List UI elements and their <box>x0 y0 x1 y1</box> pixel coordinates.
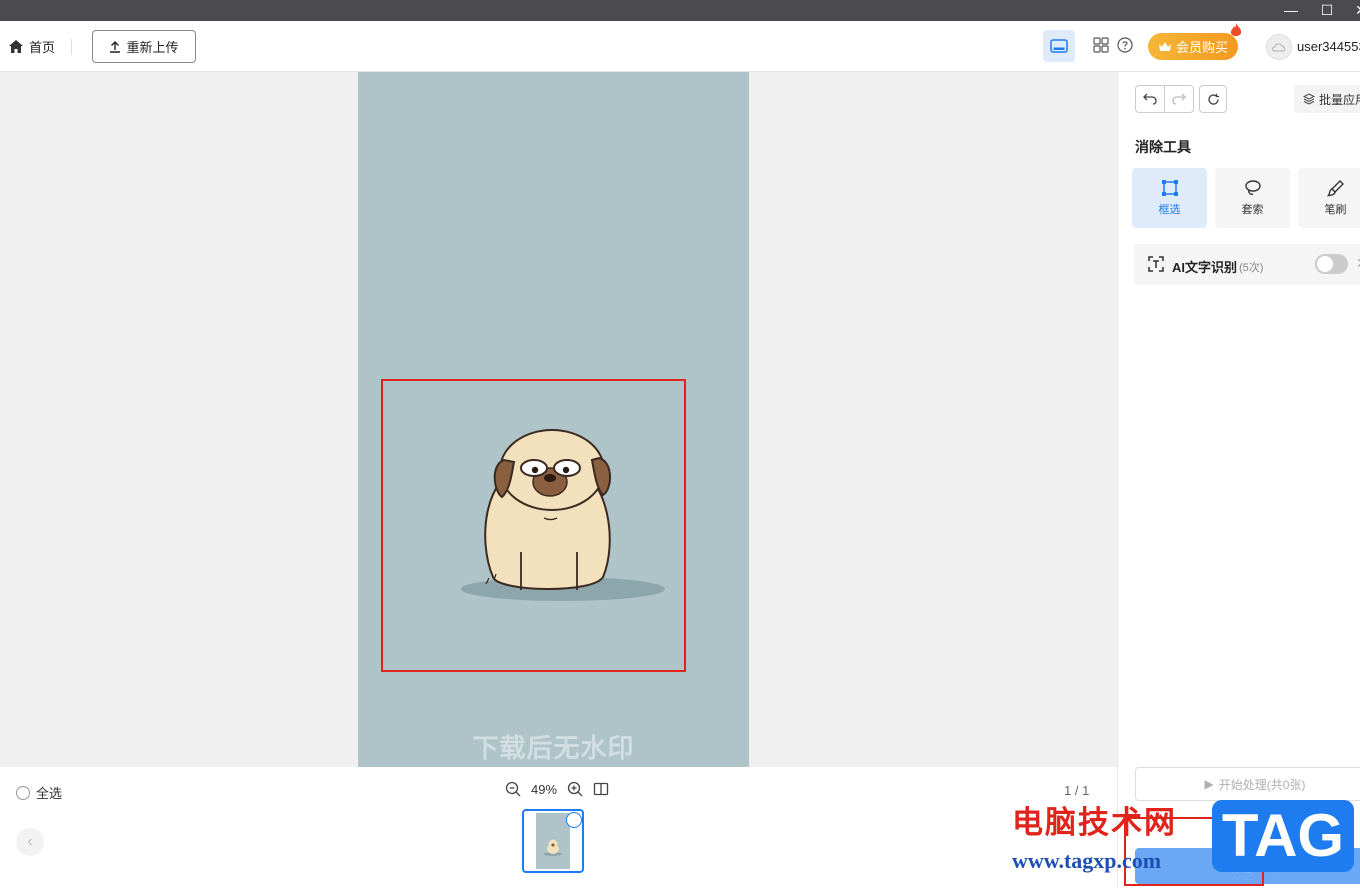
help-icon <box>1117 37 1133 53</box>
tag-logo: TAG <box>1212 800 1354 872</box>
zoom-controls: 49% <box>505 781 609 797</box>
zoom-in-icon[interactable] <box>567 781 583 797</box>
tool-rect-select[interactable]: 框选 <box>1132 168 1207 228</box>
site-watermark: 电脑技术网 www.tagxp.com <box>1012 803 1177 875</box>
undo-button[interactable] <box>1135 85 1165 113</box>
select-all-radio[interactable] <box>16 785 30 800</box>
home-icon <box>9 40 23 53</box>
select-all-label: 全选 <box>36 786 63 801</box>
chevron-left-icon: ‹ <box>27 833 33 850</box>
start-process-button[interactable]: ▶ 开始处理(共0张) <box>1135 767 1360 801</box>
image-thumbnail[interactable] <box>522 809 584 873</box>
redo-button[interactable] <box>1164 85 1194 113</box>
pug-thumbnail-icon <box>544 839 562 856</box>
grid-icon <box>1093 37 1109 53</box>
single-view-icon <box>1050 39 1068 53</box>
flame-icon <box>1230 23 1242 36</box>
layers-icon <box>1303 93 1315 105</box>
tool-label: 套索 <box>1241 204 1264 216</box>
username[interactable]: user344553 <box>1297 39 1360 54</box>
close-button[interactable]: ✕ <box>1346 0 1360 21</box>
top-toolbar: 首页 重新上传 会员购买 user344553 <box>0 21 1360 72</box>
tool-lasso[interactable]: 套索 <box>1215 168 1290 228</box>
crown-icon <box>1158 42 1171 51</box>
image-watermark-text: 下载后无水印 <box>472 733 635 763</box>
tool-brush[interactable]: 笔刷 <box>1298 168 1360 228</box>
reupload-label: 重新上传 <box>126 40 179 55</box>
avatar[interactable] <box>1266 34 1292 60</box>
minimize-button[interactable]: — <box>1276 0 1306 21</box>
ai-text-toggle[interactable] <box>1315 254 1348 274</box>
site-watermark-url: www.tagxp.com <box>1012 848 1162 873</box>
tool-label: 框选 <box>1158 204 1181 216</box>
prev-image-button[interactable]: ‹ <box>16 828 44 856</box>
ai-text-count: (5次) <box>1239 262 1264 274</box>
select-all-checkbox[interactable]: 全选 <box>16 783 62 802</box>
zoom-out-icon[interactable] <box>505 781 521 797</box>
section-title: 消除工具 <box>1135 139 1191 155</box>
batch-apply-label: 批量应用 <box>1319 92 1360 107</box>
site-watermark-cn: 电脑技术网 <box>1012 805 1177 841</box>
zoom-percent: 49% <box>531 781 558 797</box>
selection-box[interactable] <box>381 379 686 672</box>
vip-purchase-button[interactable]: 会员购买 <box>1148 33 1238 60</box>
rect-select-icon <box>1161 180 1178 196</box>
home-button[interactable]: 首页 <box>8 37 55 56</box>
thumbnail-check[interactable] <box>566 812 582 828</box>
play-icon: ▶ <box>1204 777 1214 791</box>
reset-button[interactable] <box>1199 85 1227 113</box>
page-indicator: 1 / 1 <box>1064 783 1090 798</box>
help-button[interactable] <box>1117 37 1133 58</box>
redo-icon <box>1172 93 1186 105</box>
brush-icon <box>1326 180 1344 197</box>
lasso-icon <box>1244 180 1261 195</box>
refresh-icon <box>1207 93 1219 105</box>
home-label: 首页 <box>29 40 56 55</box>
ai-text-recognition-row: AI文字识别 (5次) ✕ <box>1134 244 1360 285</box>
batch-apply-button[interactable]: 批量应用 <box>1294 85 1360 113</box>
reupload-button[interactable]: 重新上传 <box>92 30 196 63</box>
text-scan-icon <box>1148 256 1164 272</box>
undo-icon <box>1143 93 1157 105</box>
start-process-label: 开始处理(共0张) <box>1218 777 1306 792</box>
vip-label: 会员购买 <box>1175 40 1228 55</box>
title-bar: — ☐ ✕ <box>0 0 1360 21</box>
grid-view-button[interactable] <box>1093 37 1109 58</box>
close-icon[interactable]: ✕ <box>1356 255 1360 272</box>
maximize-button[interactable]: ☐ <box>1312 0 1342 21</box>
image-canvas[interactable]: 下载后无水印 <box>0 72 1117 767</box>
bottom-bar: 全选 49% 1 / 1 ‹ <box>0 767 1117 888</box>
single-view-button[interactable] <box>1043 30 1075 62</box>
right-panel: 批量应用 消除工具 框选 套索 笔刷 AI文字识别 (5次) ✕ ▶ 开始处理(… <box>1117 72 1360 888</box>
thumbnail-image <box>536 813 570 869</box>
toolbar-divider <box>71 39 72 55</box>
upload-icon <box>110 40 121 53</box>
compare-icon[interactable] <box>593 781 609 797</box>
ai-text-label: AI文字识别 <box>1172 260 1238 275</box>
tool-label: 笔刷 <box>1324 204 1347 216</box>
avatar-icon <box>1272 43 1286 52</box>
